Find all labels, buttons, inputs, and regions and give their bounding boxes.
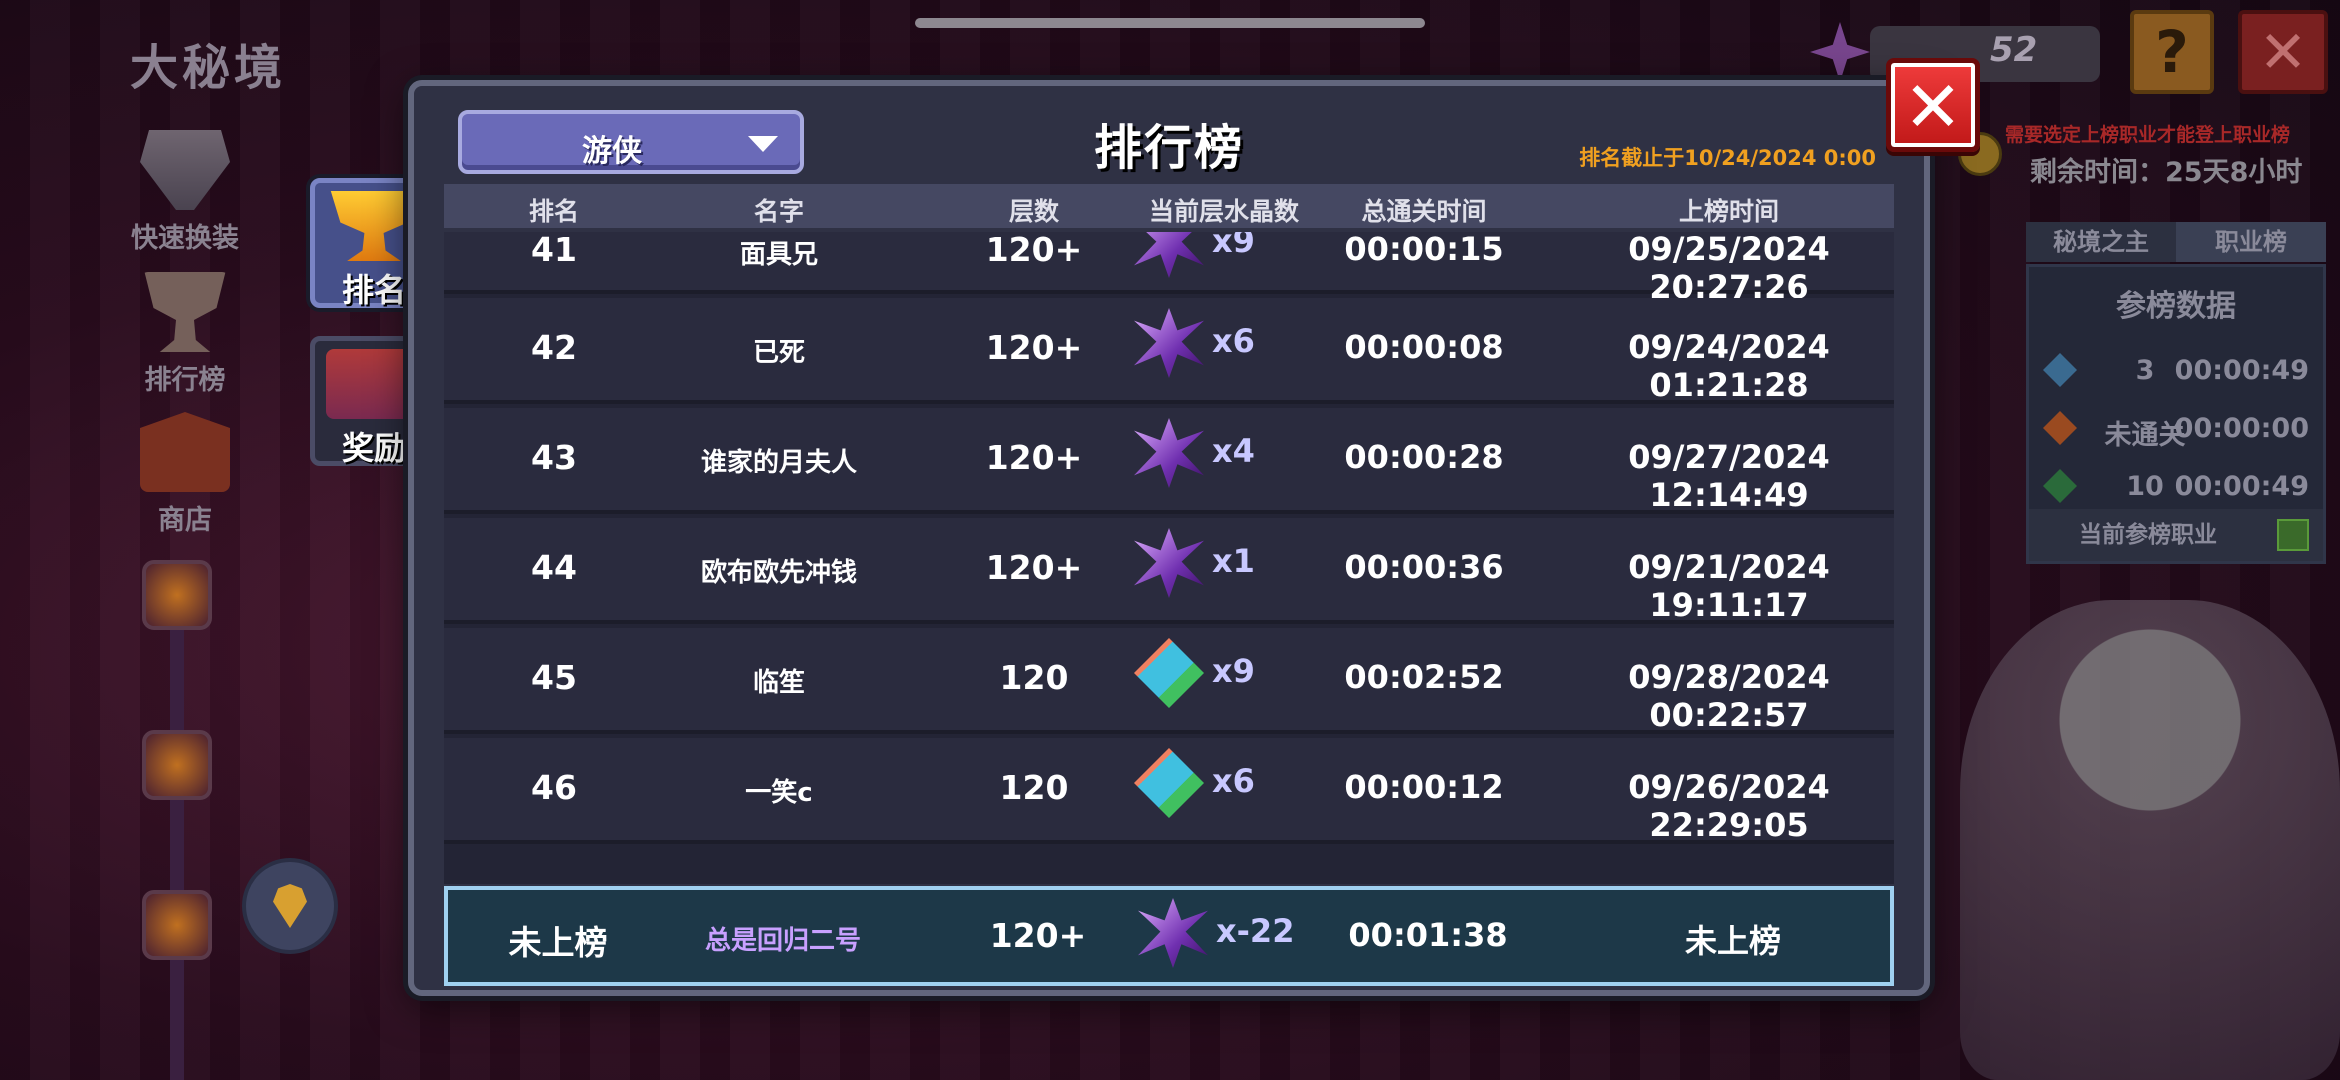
shop-label: 商店 — [158, 505, 212, 536]
table-header: 排名 名字 层数 当前层水晶数 总通关时间 上榜时间 — [444, 184, 1894, 228]
swap-equipment-icon — [140, 130, 230, 210]
entry-data-row: 未通关 00:00:00 — [2029, 401, 2323, 457]
screen-notch — [915, 18, 1425, 28]
purple-crystal-icon — [1134, 528, 1204, 598]
location-pin-icon — [273, 884, 307, 928]
table-row[interactable]: 46 一笑c 120 x6 00:00:12 09/26/2024 22:29:… — [444, 738, 1894, 844]
table-row[interactable]: 45 临笙 120 x9 00:02:52 09/28/2024 00:22:5… — [444, 628, 1894, 734]
header-total-time: 总通关时间 — [1361, 197, 1487, 226]
leaderboard-label: 排行榜 — [144, 365, 226, 396]
header-name: 名字 — [753, 197, 804, 226]
table-row[interactable]: 43 谁家的月夫人 120+ x4 00:00:28 09/27/2024 12… — [444, 408, 1894, 514]
progress-node — [142, 560, 212, 630]
header-crystals: 当前层水晶数 — [1148, 197, 1299, 226]
gem-crystal-icon — [1134, 748, 1204, 818]
table-row[interactable]: 41 面具兄 120+ x9 00:00:15 09/25/2024 20:27… — [444, 232, 1894, 306]
purple-crystal-icon — [1134, 418, 1204, 488]
progress-node — [142, 890, 212, 960]
game-title: 大秘境 — [130, 40, 287, 96]
shop-button[interactable]: 商店 — [120, 412, 250, 537]
entry-data-panel: 参榜数据 3 00:00:49 未通关 00:00:00 10 00:00:49… — [2026, 264, 2326, 564]
my-ranking-row[interactable]: 未上榜 总是回归二号 120+ x-22 00:01:38 未上榜 — [444, 886, 1894, 986]
green-crystal-icon — [2043, 469, 2077, 503]
help-button[interactable]: ? — [2130, 10, 2214, 94]
trophy-icon — [144, 272, 226, 352]
exit-button[interactable]: ✕ — [2238, 10, 2328, 94]
entry-data-row: 10 00:00:49 — [2029, 459, 2323, 515]
blue-crystal-icon — [2043, 353, 2077, 387]
header-date: 上榜时间 — [1678, 197, 1779, 226]
tab-class-board[interactable]: 职业榜 — [2176, 222, 2326, 262]
header-rank: 排名 — [528, 197, 579, 226]
table-row[interactable]: 44 欧布欧先冲钱 120+ x1 00:00:36 09/21/2024 19… — [444, 518, 1894, 624]
quick-swap-button[interactable]: 快速换装 — [120, 130, 250, 255]
entry-data-row: 3 00:00:49 — [2029, 343, 2323, 399]
leaderboard-modal: 游侠 排行榜 排名截止于10/24/2024 0:00 排名 名字 层数 当前层… — [408, 80, 1930, 996]
quick-swap-label: 快速换装 — [131, 223, 239, 254]
ranking-cutoff: 排名截止于10/24/2024 0:00 — [1579, 146, 1876, 170]
robot-character — [1960, 600, 2340, 1080]
flame-icon — [2043, 411, 2077, 445]
table-row[interactable]: 42 已死 120+ x6 00:00:08 09/24/2024 01:21:… — [444, 298, 1894, 404]
ranking-list[interactable]: 41 面具兄 120+ x9 00:00:15 09/25/2024 20:27… — [444, 232, 1894, 884]
progress-node — [142, 730, 212, 800]
warning-text: 需要选定上榜职业才能登上职业榜 — [2005, 124, 2291, 146]
currency-value: 52 — [1990, 30, 2038, 70]
tab-secret-master[interactable]: 秘境之主 — [2026, 222, 2176, 262]
current-class-footer: 当前参榜职业 — [2029, 509, 2323, 561]
entry-data-title: 参榜数据 — [2116, 289, 2236, 324]
progress-track — [170, 560, 184, 1080]
shop-icon — [140, 412, 230, 492]
gem-crystal-icon — [1134, 638, 1204, 708]
purple-crystal-icon — [1134, 308, 1204, 378]
purple-crystal-icon — [1134, 232, 1204, 278]
close-button[interactable]: ✕ — [1886, 58, 1980, 152]
edit-class-button[interactable] — [2277, 519, 2309, 551]
remaining-time: 剩余时间：25天8小时 — [2030, 157, 2303, 188]
header-floor: 层数 — [1008, 197, 1059, 226]
leaderboard-button[interactable]: 排行榜 — [120, 272, 250, 397]
purple-crystal-icon — [1138, 898, 1208, 968]
map-pin-button[interactable] — [242, 858, 338, 954]
